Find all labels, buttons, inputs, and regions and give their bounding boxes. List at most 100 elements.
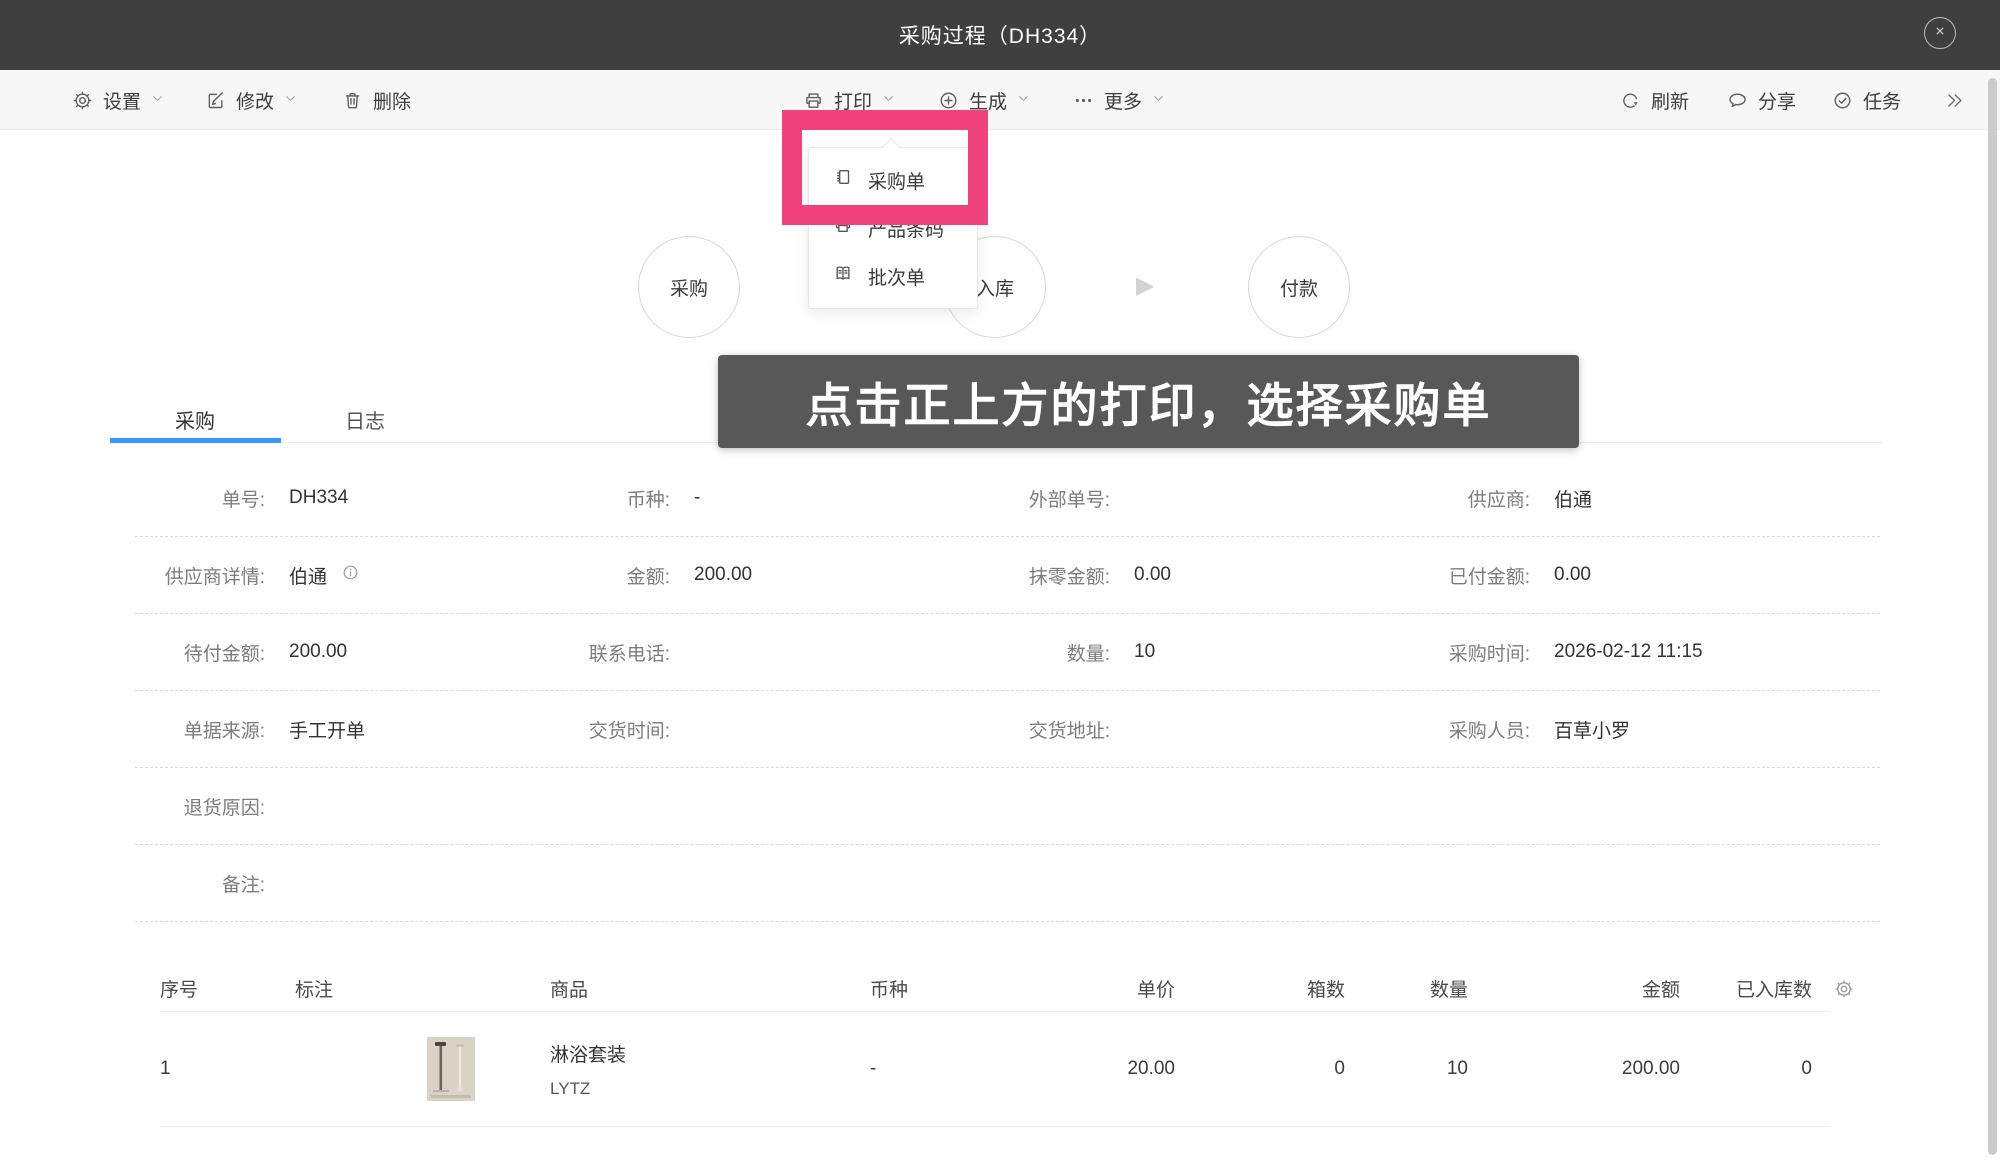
field-label: 采购人员: [1400, 716, 1530, 743]
more-dots-icon [1073, 90, 1094, 111]
field-label: 采购时间: [1400, 639, 1530, 666]
chevron-down-icon [1152, 89, 1165, 111]
field-row: 待付金额: 200.00 联系电话: 数量: 10 采购时间: 2026-02-… [135, 614, 1880, 691]
edit-icon [205, 90, 226, 111]
cell-product: 淋浴套装 LYTZ [550, 1040, 870, 1099]
field-label: 抹零金额: [980, 562, 1110, 589]
gear-icon [1833, 987, 1855, 1004]
field-value: 伯通 [265, 562, 540, 589]
gear-icon [72, 90, 93, 111]
trash-icon [342, 90, 363, 111]
col-currency: 币种 [870, 975, 1005, 1002]
tab-log[interactable]: 日志 [280, 398, 450, 440]
more-button[interactable]: 更多 [1073, 70, 1165, 130]
field-label: 供应商: [1400, 485, 1530, 512]
page-title: 采购过程（DH334） [899, 20, 1101, 50]
instruction-tooltip: 点击正上方的打印，选择采购单 [718, 355, 1579, 448]
col-product: 商品 [550, 975, 870, 1002]
field-label: 退货原因: [135, 793, 265, 820]
cell-boxes: 0 [1175, 1058, 1345, 1080]
field-label: 单号: [135, 485, 265, 512]
modify-button[interactable]: 修改 [205, 70, 297, 130]
tab-label: 采购 [175, 405, 215, 434]
field-label: 数量: [980, 639, 1110, 666]
cell-currency: - [870, 1058, 1005, 1080]
field-label: 币种: [540, 485, 670, 512]
field-value: 200.00 [265, 641, 540, 663]
settings-button[interactable]: 设置 [72, 70, 164, 130]
field-label: 交货地址: [980, 716, 1110, 743]
field-label: 交货时间: [540, 716, 670, 743]
expand-toolbar-button[interactable] [1945, 70, 1964, 130]
check-circle-icon [1832, 90, 1853, 111]
field-value: 200.00 [670, 564, 980, 586]
refresh-button[interactable]: 刷新 [1620, 70, 1689, 130]
cell-quantity: 10 [1345, 1058, 1468, 1080]
step-label: 付款 [1280, 274, 1318, 301]
col-unit-price: 单价 [1005, 975, 1175, 1002]
modify-label: 修改 [236, 87, 274, 114]
vertical-scrollbar[interactable] [1988, 78, 1997, 1155]
menu-item-label: 批次单 [868, 263, 925, 290]
share-button[interactable]: 分享 [1727, 70, 1796, 130]
field-row: 单据来源: 手工开单 交货时间: 交货地址: 采购人员: 百草小罗 [135, 691, 1880, 768]
toolbar: 设置 修改 删除 打印 [0, 70, 2000, 130]
col-note: 标注 [295, 975, 550, 1002]
delete-button[interactable]: 删除 [342, 70, 411, 130]
table-settings-button[interactable] [1833, 978, 1855, 1005]
field-value: 2026-02-12 11:15 [1530, 641, 1880, 663]
product-name: 淋浴套装 [550, 1040, 870, 1067]
tab-label: 日志 [345, 405, 385, 434]
col-boxes: 箱数 [1175, 975, 1345, 1002]
share-label: 分享 [1758, 87, 1796, 114]
field-label: 金额: [540, 562, 670, 589]
refresh-label: 刷新 [1651, 87, 1689, 114]
field-label: 单据来源: [135, 716, 265, 743]
task-button[interactable]: 任务 [1832, 70, 1901, 130]
close-button[interactable] [1924, 17, 1956, 49]
field-label: 待付金额: [135, 639, 265, 666]
delete-label: 删除 [373, 87, 411, 114]
field-label: 联系电话: [540, 639, 670, 666]
menu-item-batch-order[interactable]: 批次单 [809, 252, 977, 300]
table-header-row: 序号 标注 商品 币种 单价 箱数 数量 金额 已入库数 [160, 965, 1830, 1012]
product-thumbnail[interactable] [427, 1037, 475, 1101]
title-bar: 采购过程（DH334） [0, 0, 2000, 70]
field-row: 供应商详情: 伯通 金额: 200.00 抹零金额: 0.00 已付金额: 0.… [135, 537, 1880, 614]
step-arrow-icon: ▶ [1136, 274, 1154, 298]
field-label: 已付金额: [1400, 562, 1530, 589]
settings-label: 设置 [103, 87, 141, 114]
field-value: DH334 [265, 487, 540, 509]
purchase-process-window: 采购过程（DH334） 设置 修改 [0, 0, 2000, 1161]
close-icon [1931, 22, 1949, 45]
field-row: 单号: DH334 币种: - 外部单号: 供应商: 伯通 [135, 460, 1880, 537]
table-row: 1 淋浴套装 LYTZ - 20.00 0 10 200 [160, 1012, 1830, 1127]
step-payment-circle[interactable]: 付款 [1248, 236, 1350, 338]
col-quantity: 数量 [1345, 975, 1468, 1002]
speech-bubble-icon [1727, 90, 1748, 111]
info-icon[interactable] [341, 563, 360, 588]
chevron-down-icon [1017, 89, 1030, 111]
field-label: 备注: [135, 870, 265, 897]
field-row-remark: 备注: [135, 845, 1880, 922]
chevron-down-icon [284, 89, 297, 111]
field-value: 伯通 [1530, 485, 1880, 512]
cell-unit-price: 20.00 [1005, 1058, 1175, 1080]
field-row-return-reason: 退货原因: [135, 768, 1880, 845]
double-chevron-right-icon [1945, 91, 1964, 110]
supplier-detail-value: 伯通 [289, 562, 327, 589]
cell-note [295, 1037, 550, 1101]
more-label: 更多 [1104, 87, 1142, 114]
highlight-annotation-box [782, 110, 988, 225]
col-received: 已入库数 [1680, 975, 1812, 1002]
field-label: 外部单号: [980, 485, 1110, 512]
tab-purchase[interactable]: 采购 [110, 398, 280, 440]
field-value: - [670, 487, 980, 509]
col-index: 序号 [160, 975, 295, 1002]
field-value: 0.00 [1110, 564, 1400, 586]
product-code: LYTZ [550, 1079, 870, 1099]
field-value: 百草小罗 [1530, 716, 1880, 743]
step-purchase-circle[interactable]: 采购 [638, 236, 740, 338]
printer-icon [803, 90, 824, 111]
step-label: 采购 [670, 274, 708, 301]
